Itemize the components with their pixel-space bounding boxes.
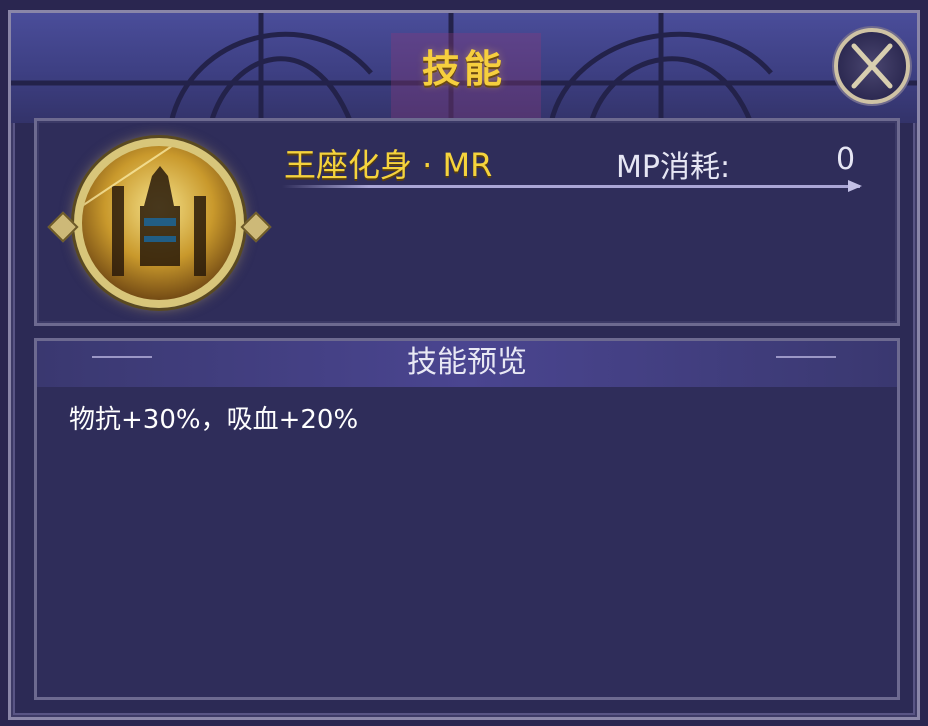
skill-description: 物抗+30%，吸血+20% bbox=[69, 405, 359, 435]
header-ornament-left bbox=[92, 356, 152, 358]
header-ornament-right bbox=[776, 356, 836, 358]
mp-cost-value: 0 bbox=[836, 142, 856, 177]
preview-header: 技能预览 bbox=[37, 341, 897, 387]
mp-cost-label: MP消耗: bbox=[616, 150, 731, 185]
skill-name: 王座化身 · MR bbox=[284, 146, 493, 184]
x-close-icon bbox=[851, 43, 893, 89]
close-button[interactable] bbox=[834, 28, 910, 104]
portrait-art bbox=[82, 146, 236, 276]
anubis-throne-portrait-icon bbox=[74, 138, 244, 308]
skill-preview-panel: 技能预览 物抗+30%，吸血+20% bbox=[34, 338, 900, 700]
dialog-title: 技能 bbox=[421, 47, 506, 91]
skill-divider bbox=[282, 185, 860, 188]
divider-arrow-icon bbox=[848, 180, 862, 192]
